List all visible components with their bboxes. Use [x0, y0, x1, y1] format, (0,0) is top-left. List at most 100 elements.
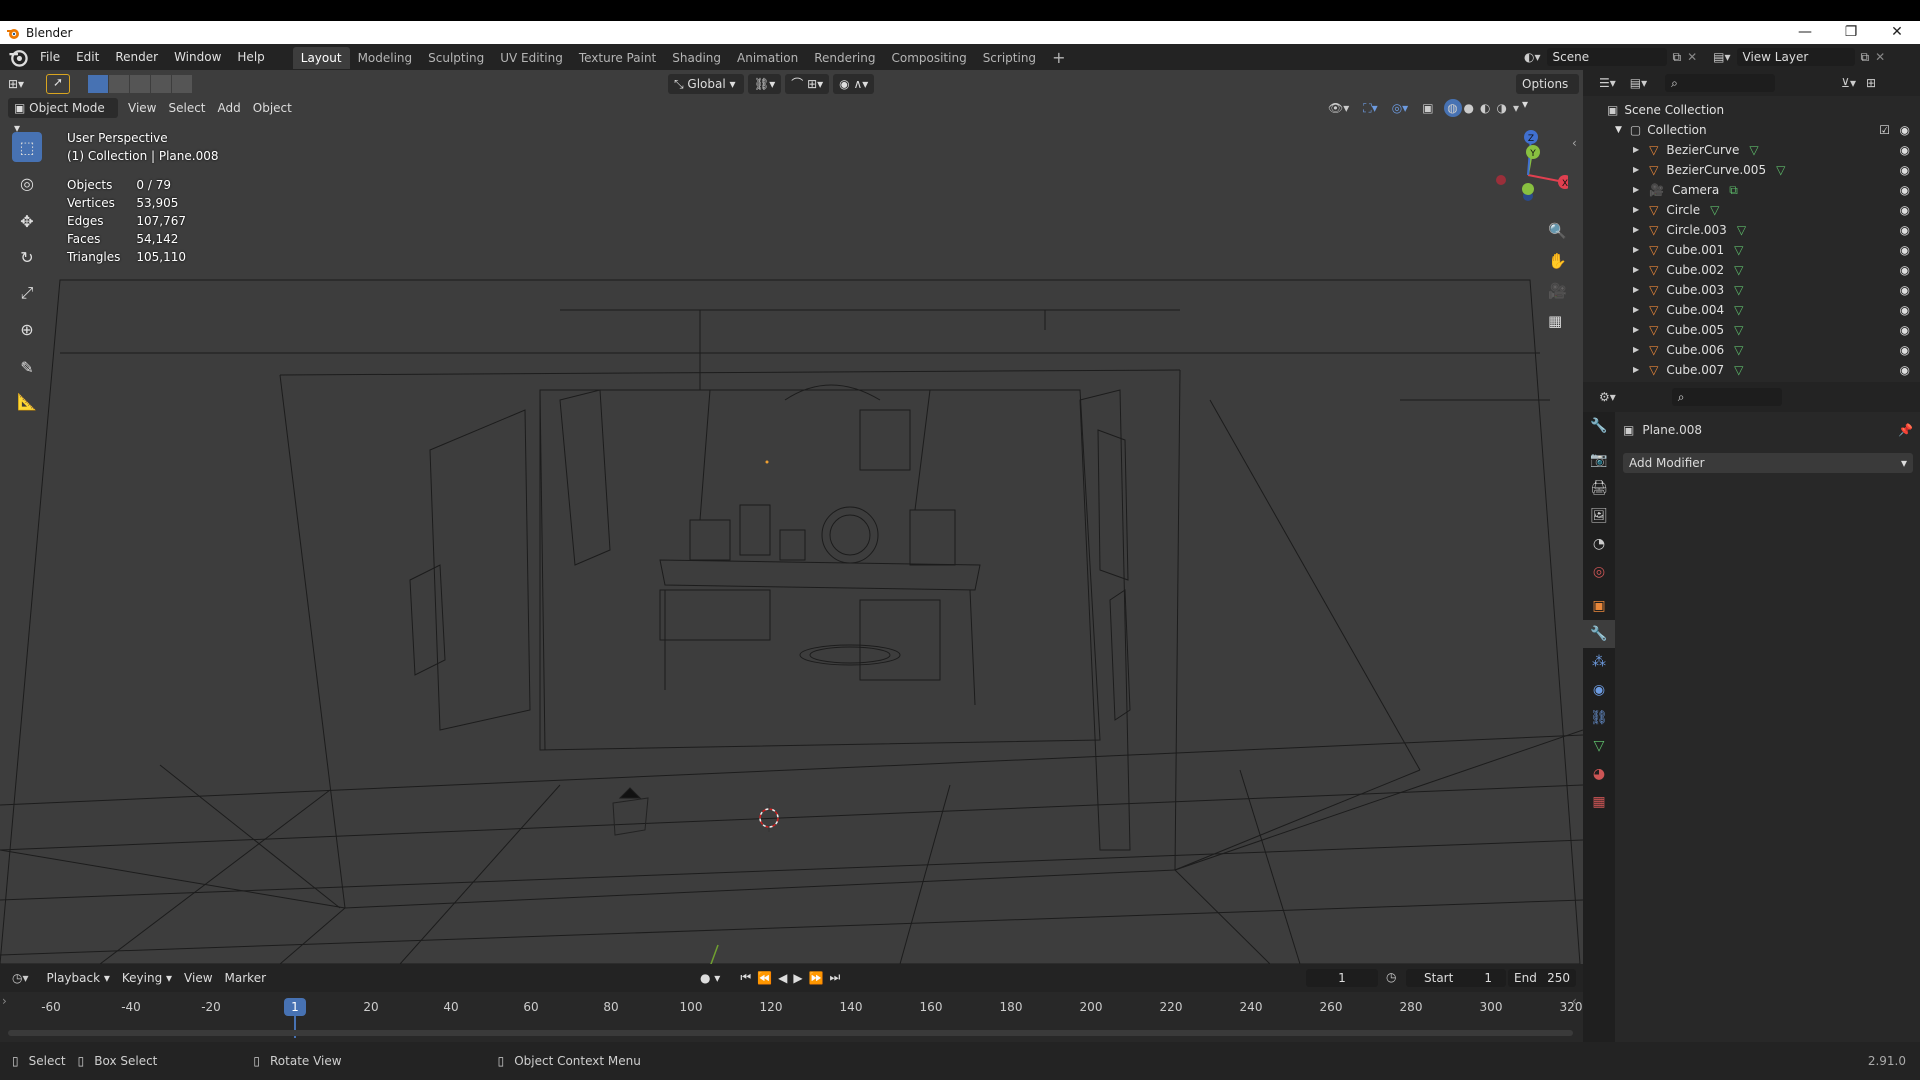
eye-icon[interactable]: ◉ [1900, 300, 1910, 320]
active-tool-icon[interactable]: ➚ [46, 74, 70, 94]
delete-view-layer-icon[interactable]: ✕ [1875, 50, 1885, 64]
shading-material-icon[interactable]: ◐ [1480, 101, 1490, 115]
expand-arrow-icon[interactable]: ▶ [1633, 140, 1639, 160]
new-scene-icon[interactable]: ⧉ [1673, 50, 1682, 65]
delete-scene-icon[interactable]: ✕ [1687, 50, 1697, 64]
jump-keyframe-back-icon[interactable]: ⏪ [757, 971, 772, 985]
auto-keying-clock-icon[interactable]: ◷ [1386, 970, 1396, 984]
outliner-item[interactable]: ▶ ▽ Circle ▽ ◉ [1583, 200, 1920, 220]
shading-wireframe-icon[interactable]: ◍ [1443, 99, 1462, 117]
eye-icon[interactable]: ◉ [1900, 240, 1910, 260]
navigation-gizmo[interactable]: X Y Z [1488, 130, 1568, 210]
tab-sculpting[interactable]: Sculpting [420, 47, 492, 69]
eye-icon[interactable]: ◉ [1900, 360, 1910, 380]
expand-arrow-icon[interactable]: ▶ [1633, 160, 1639, 180]
viewport-menu-object[interactable]: Object [247, 98, 298, 118]
collapse-arrow-icon[interactable]: ▼ [1615, 120, 1622, 140]
eye-icon[interactable]: ◉ [1900, 120, 1910, 140]
camera-view-icon[interactable]: 🎥 [1548, 276, 1567, 306]
jump-start-icon[interactable]: ⏮ [740, 970, 751, 985]
tab-compositing[interactable]: Compositing [883, 47, 974, 69]
close-button[interactable]: ✕ [1874, 21, 1920, 44]
render-tab-icon[interactable]: 📷 [1583, 446, 1615, 474]
scroll-right-icon[interactable]: ‹ [1572, 994, 1577, 1008]
select-box-tool-icon[interactable]: ⬚ [12, 132, 42, 162]
menu-window[interactable]: Window [166, 44, 229, 70]
eye-icon[interactable]: ◉ [1900, 180, 1910, 200]
tab-layout[interactable]: Layout [292, 47, 350, 69]
select-intersect-icon[interactable] [172, 75, 192, 93]
eye-icon[interactable]: ◉ [1900, 140, 1910, 160]
jump-keyframe-forward-icon[interactable]: ⏩ [809, 971, 824, 985]
pin-icon[interactable]: 📌 [1898, 423, 1913, 437]
editor-type-icon[interactable]: ⊞▾ [8, 77, 38, 91]
3d-viewport[interactable]: ⊞▾ ➚ ⤡ Global ▾ ⛓▾ ⌒ ⊞▾ ◉ ∧▾ Options ▾ ▣… [0, 70, 1583, 964]
scene-browse-icon[interactable]: ◐▾ [1524, 50, 1541, 64]
jump-end-icon[interactable]: ⏭ [830, 970, 841, 985]
playhead[interactable]: 1 [284, 998, 306, 1016]
play-icon[interactable]: ▶ [793, 971, 802, 985]
timeline-menu-playback[interactable]: Playback ▾ [41, 968, 116, 988]
eye-icon[interactable]: ◉ [1900, 280, 1910, 300]
tab-rendering[interactable]: Rendering [806, 47, 883, 69]
outliner-item[interactable]: ▶ 🎥 Camera ⧉ ◉ [1583, 180, 1920, 200]
cursor-tool-icon[interactable]: ◎ [12, 168, 42, 198]
view-layer-field[interactable]: View Layer [1736, 48, 1855, 66]
annotate-tool-icon[interactable]: ✎ [12, 352, 42, 382]
mesh-data-icon[interactable]: ▽ [1734, 260, 1743, 280]
viewport-menu-view[interactable]: View [122, 98, 162, 118]
camera-data-icon[interactable]: ⧉ [1729, 180, 1738, 200]
outliner-item[interactable]: ▶ ▽ BezierCurve.005 ▽ ◉ [1583, 160, 1920, 180]
outliner-item[interactable]: ▶ ▽ Cube.006 ▽ ◉ [1583, 340, 1920, 360]
end-frame-field[interactable]: End 250 [1508, 969, 1576, 987]
add-modifier-dropdown[interactable]: Add Modifier ▾ [1623, 453, 1913, 473]
expand-arrow-icon[interactable]: ▶ [1633, 180, 1639, 200]
menu-help[interactable]: Help [229, 44, 272, 70]
tab-uv-editing[interactable]: UV Editing [492, 47, 571, 69]
expand-arrow-icon[interactable]: ▶ [1633, 200, 1639, 220]
tab-shading[interactable]: Shading [664, 47, 729, 69]
sidebar-toggle-icon[interactable]: ‹ [1572, 136, 1577, 150]
eye-icon[interactable]: ◉ [1900, 160, 1910, 180]
mesh-data-icon[interactable]: ▽ [1710, 200, 1719, 220]
tool-tab-icon[interactable]: 🔧 [1583, 412, 1615, 440]
menu-edit[interactable]: Edit [68, 44, 107, 70]
modifier-tab-icon[interactable]: 🔧 [1583, 620, 1615, 648]
properties-editor-type-icon[interactable]: ⚙▾ [1599, 390, 1616, 404]
tab-animation[interactable]: Animation [729, 47, 806, 69]
menu-file[interactable]: File [32, 44, 68, 70]
shading-solid-icon[interactable]: ● [1464, 101, 1474, 115]
material-tab-icon[interactable]: ◕ [1583, 760, 1615, 788]
output-tab-icon[interactable]: 🖨 [1583, 474, 1615, 502]
measure-tool-icon[interactable]: 📐 [12, 386, 42, 416]
zoom-icon[interactable]: 🔍 [1548, 216, 1567, 246]
expand-arrow-icon[interactable]: ▶ [1633, 300, 1639, 320]
transform-orientation-dropdown[interactable]: ⤡ Global ▾ [668, 74, 744, 94]
outliner-search-input[interactable]: ⌕ [1665, 74, 1776, 92]
start-frame-field[interactable]: Start 1 [1406, 969, 1506, 987]
overlay-toggle-icon[interactable]: ◎▾ [1392, 101, 1409, 115]
mesh-data-icon[interactable]: ▽ [1776, 160, 1785, 180]
data-tab-icon[interactable]: ▽ [1583, 732, 1615, 760]
mesh-data-icon[interactable]: ▽ [1737, 220, 1746, 240]
outliner-item[interactable]: ▶ ▽ Cube.002 ▽ ◉ [1583, 260, 1920, 280]
select-subtract-icon[interactable] [130, 75, 150, 93]
play-reverse-icon[interactable]: ◀ [778, 971, 787, 985]
record-icon[interactable]: ● ▾ [700, 971, 720, 985]
eye-icon[interactable]: ◉ [1900, 320, 1910, 340]
filter-icon[interactable]: ⊻▾ [1841, 76, 1856, 90]
outliner-item[interactable]: ▶ ▽ Cube.004 ▽ ◉ [1583, 300, 1920, 320]
properties-search-input[interactable]: ⌕ [1671, 388, 1782, 406]
expand-arrow-icon[interactable]: ▶ [1633, 320, 1639, 340]
collection-checkbox-icon[interactable]: ☑ [1879, 120, 1890, 140]
rotate-tool-icon[interactable]: ↻ [12, 242, 42, 272]
shading-options-icon[interactable]: ▾ [1513, 101, 1519, 115]
world-tab-icon[interactable]: ◎ [1583, 558, 1615, 586]
select-extend-icon[interactable] [109, 75, 129, 93]
scene-name-field[interactable]: Scene [1546, 48, 1667, 66]
outliner-editor-type-icon[interactable]: ☰▾ [1599, 76, 1616, 90]
transform-tool-icon[interactable]: ⊕ [12, 314, 42, 344]
expand-arrow-icon[interactable]: ▶ [1633, 340, 1639, 360]
view-layer-browse-icon[interactable]: ▤▾ [1713, 50, 1730, 64]
mesh-data-icon[interactable]: ▽ [1734, 240, 1743, 260]
